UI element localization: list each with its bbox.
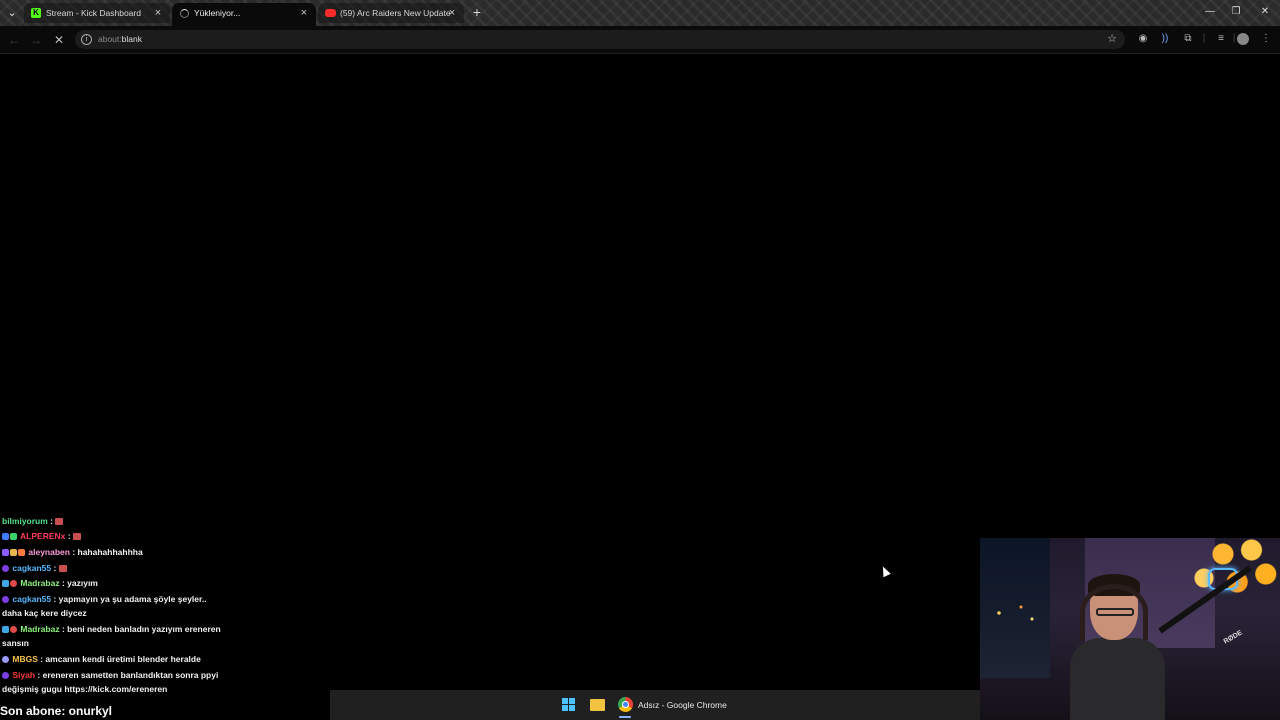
toolbar-divider-line: [0, 53, 1280, 54]
badge-icon: [2, 626, 9, 633]
badge-icon: [2, 549, 9, 556]
forward-arrow-icon[interactable]: →: [28, 32, 44, 48]
tab-title: (59) Arc Raiders New Update M: [340, 8, 452, 18]
chat-text: : ereneren sametten banlandıktan sonra p…: [35, 670, 219, 680]
toolbar-divider: |: [1202, 33, 1206, 44]
chat-text: : yapmayın ya şu adama şöyle şeyler..: [51, 594, 207, 604]
youtube-favicon-icon: [325, 9, 336, 17]
chat-text: : beni neden banladın yazıyım ereneren: [59, 624, 221, 634]
chat-message: cagkan55 : yapmayın ya şu adama şöyle şe…: [2, 594, 207, 605]
tab-strip: ⌄ K Stream - Kick Dashboard × Yükleniyor…: [0, 0, 1280, 26]
chat-message: bilmiyorum :: [2, 516, 64, 527]
close-tab-icon[interactable]: ×: [446, 3, 458, 23]
streamer: [1070, 574, 1165, 720]
media-controls-icon[interactable]: ≡: [1214, 32, 1228, 46]
webcam-window-view: [980, 538, 1050, 678]
windows-start-icon[interactable]: [562, 698, 576, 712]
badge-icon: [2, 580, 9, 587]
url-path: blank: [121, 34, 142, 44]
mouse-cursor-icon: [879, 564, 891, 578]
address-bar[interactable]: i about:blank ☆: [75, 30, 1125, 49]
chat-username: bilmiyorum: [2, 516, 48, 526]
extensions-puzzle-icon[interactable]: ⧉: [1181, 32, 1195, 46]
close-tab-icon[interactable]: ×: [298, 3, 310, 23]
chat-username: Madrabaz: [20, 624, 60, 634]
chat-username: cagkan55: [12, 563, 52, 573]
chat-text: : hahahahhahhha: [69, 547, 143, 557]
chat-text: :: [47, 516, 56, 526]
url-scheme: about:: [98, 34, 122, 44]
chat-message: Madrabaz : beni neden banladın yazıyım e…: [2, 624, 221, 635]
back-arrow-icon[interactable]: ←: [6, 32, 22, 48]
close-window-icon[interactable]: ✕: [1254, 4, 1276, 20]
badge-icon: [10, 549, 17, 556]
chat-message: cagkan55 :: [2, 563, 67, 574]
more-menu-icon[interactable]: ⋮: [1259, 32, 1273, 46]
tab-search-chevron-icon[interactable]: ⌄: [4, 5, 20, 21]
webcam-overlay: RØDE: [980, 538, 1280, 720]
chat-message: aleynaben : hahahahhahhha: [2, 547, 143, 558]
last-subscriber-banner: Son abone: onurkyl: [0, 704, 113, 718]
emote-icon: [72, 533, 81, 540]
headphones: [1080, 584, 1148, 640]
badge-icon: [2, 565, 9, 572]
chat-continuation: sansın: [2, 638, 29, 648]
badge-icon: [10, 626, 17, 633]
profile-avatar-icon[interactable]: [1237, 33, 1249, 45]
minimize-icon[interactable]: —: [1199, 4, 1221, 20]
browser-toolbar: ← → ✕ i about:blank ☆ ◉ )) ⧉ | ≡ | ⋮: [0, 26, 1280, 53]
chat-username: MBGS: [12, 654, 38, 664]
stop-loading-icon[interactable]: ✕: [51, 32, 67, 48]
audio-extension-icon[interactable]: )): [1158, 32, 1172, 46]
loading-spinner-icon: [180, 9, 189, 18]
close-tab-icon[interactable]: ×: [152, 3, 164, 23]
chat-username: ALPERENx: [20, 531, 66, 541]
site-info-icon[interactable]: i: [81, 34, 92, 45]
tab-title: Stream - Kick Dashboard: [46, 8, 141, 18]
chat-continuation: değişmiş gugu https://kick.com/ereneren: [2, 684, 168, 694]
tab-title: Yükleniyor...: [194, 8, 241, 18]
badge-icon: [2, 672, 9, 679]
chat-text: :: [65, 531, 73, 541]
tab-kick-dashboard[interactable]: K Stream - Kick Dashboard ×: [24, 3, 170, 23]
tab-youtube[interactable]: (59) Arc Raiders New Update M ×: [318, 3, 464, 23]
chat-message: MBGS : amcanın kendi üretimi blender her…: [2, 654, 201, 665]
taskbar-app-label[interactable]: Adsız - Google Chrome: [638, 700, 727, 710]
active-app-indicator: [619, 716, 631, 718]
incognito-extension-icon[interactable]: ◉: [1136, 32, 1150, 46]
bookmark-star-icon[interactable]: ☆: [1107, 31, 1117, 48]
emote-icon: [55, 518, 64, 525]
chat-username: Siyah: [12, 670, 36, 680]
restore-icon[interactable]: ❐: [1225, 4, 1247, 20]
chat-continuation: daha kaç kere diycez: [2, 608, 87, 618]
badge-icon: [2, 533, 9, 540]
streamer-body: [1070, 638, 1165, 720]
tab-loading[interactable]: Yükleniyor... ×: [172, 3, 316, 26]
chat-username: aleynaben: [28, 547, 70, 557]
chat-message: Siyah : ereneren sametten banlandıktan s…: [2, 670, 218, 681]
badge-icon: [2, 656, 9, 663]
chat-username: Madrabaz: [20, 578, 60, 588]
kick-favicon-icon: K: [31, 8, 41, 18]
badge-icon: [2, 596, 9, 603]
new-tab-plus-icon[interactable]: +: [470, 4, 484, 20]
chat-text: :: [51, 563, 59, 573]
badge-icon: [18, 549, 25, 556]
emote-icon: [58, 565, 67, 572]
chat-text: : amcanın kendi üretimi blender heralde: [37, 654, 201, 664]
badge-icon: [10, 533, 17, 540]
chrome-icon[interactable]: [618, 697, 633, 712]
address-url[interactable]: about:blank: [98, 30, 142, 49]
chat-username: cagkan55: [12, 594, 52, 604]
badge-icon: [10, 580, 17, 587]
file-explorer-icon[interactable]: [590, 699, 605, 711]
chat-message: Madrabaz : yazıyım: [2, 578, 98, 589]
city-lights: [988, 598, 1043, 628]
chat-message: ALPERENx :: [2, 531, 81, 542]
mic-brand-label: RØDE: [1222, 629, 1244, 646]
chat-text: : yazıyım: [59, 578, 98, 588]
